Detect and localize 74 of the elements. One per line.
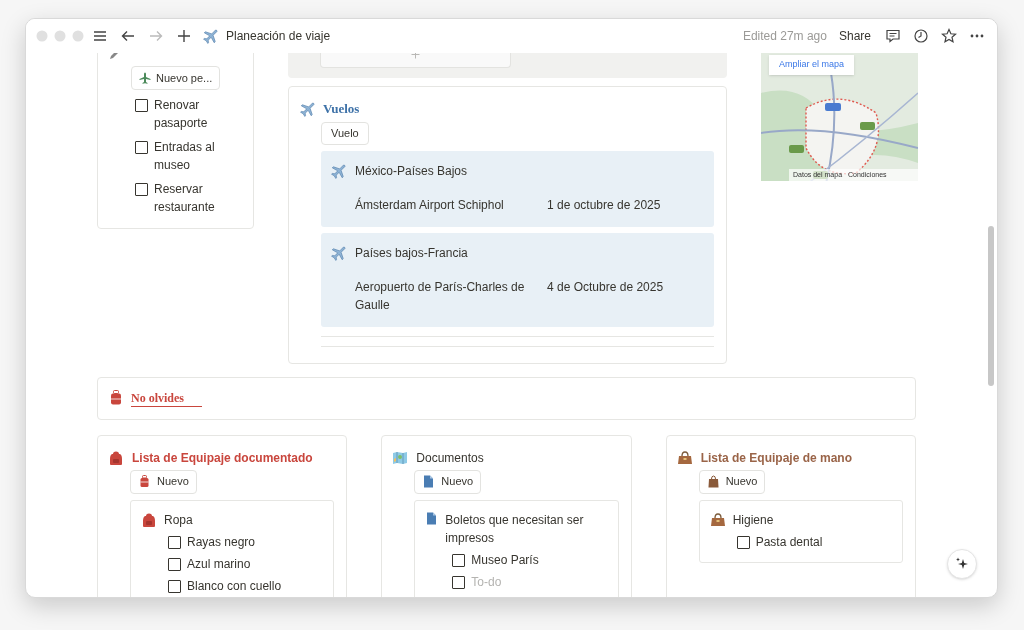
new-flight-button[interactable]: Vuelo — [321, 121, 369, 145]
checkbox[interactable] — [168, 557, 181, 571]
todo-text: Rayas negro — [187, 533, 256, 551]
clock-icon — [913, 28, 929, 44]
share-button[interactable]: Share — [834, 27, 875, 45]
edited-time: Edited 27m ago — [742, 28, 827, 45]
new-item-button[interactable]: Nuevo — [130, 469, 197, 494]
scrollbar-thumb[interactable] — [988, 226, 994, 386]
shopping-bag-icon — [706, 475, 720, 488]
todo-text: Blanco con cuello — [187, 577, 282, 595]
backpack-icon — [108, 449, 124, 466]
airport-name: Aeropuerto de París-Charles de Gaulle — [355, 278, 526, 314]
handbag-icon — [709, 511, 726, 528]
airport-name: Ámsterdam Airport Schiphol — [355, 196, 505, 214]
new-item-button[interactable]: Nuevo — [414, 469, 482, 494]
ai-assistant-button[interactable] — [947, 549, 977, 579]
section-title: Vuelos — [323, 100, 360, 118]
airplane-icon — [202, 27, 220, 45]
new-item-button[interactable]: Nuevo — [698, 469, 766, 494]
airplane-icon — [299, 99, 317, 118]
flight-card[interactable]: Países bajos-Francia Aeropuerto de París-Charles de Gaulle 4 de Octubre de 2025 — [321, 232, 714, 327]
todo-text: Museo París — [471, 551, 539, 569]
checkbox[interactable] — [736, 535, 750, 549]
checkbox[interactable] — [135, 141, 148, 154]
folded-map-icon — [392, 449, 409, 466]
page-title[interactable]: Planeación de viaje — [226, 27, 331, 45]
star-icon — [941, 28, 957, 44]
flight-title: México-Países Bajos — [355, 162, 468, 180]
star-button[interactable] — [939, 26, 959, 46]
flight-date: 1 de octubre de 2025 — [547, 196, 661, 214]
forward-arrow-icon — [148, 28, 164, 44]
document-icon — [425, 511, 439, 525]
checkbox[interactable] — [452, 575, 466, 589]
todo-text: Pasta dental — [755, 533, 823, 551]
window-control-icon — [36, 30, 48, 42]
section-title: No olvides — [131, 389, 202, 407]
menu-icon — [92, 28, 108, 44]
group-title: Ropa — [164, 511, 193, 529]
group-card[interactable]: Ropa Rayas negro Azul marino Blanco con cuello — [130, 499, 335, 597]
backpack-icon — [141, 511, 157, 528]
group-card[interactable]: Boletos que necesitan ser impresos Museo París To-do — [414, 499, 619, 597]
list-title: Lista de Equipaje documentado — [132, 449, 313, 467]
expand-map-link[interactable]: Ampliar el mapa — [769, 55, 855, 75]
todo-text: Entradas al museo — [154, 139, 216, 174]
group-card[interactable]: Higiene Pasta dental — [698, 499, 903, 563]
checkbox[interactable] — [168, 579, 181, 593]
handbag-icon — [676, 449, 693, 466]
todo-text: Reservar restaurante — [154, 181, 216, 216]
window-control-icon — [72, 30, 84, 42]
todo-text: Renovar pasaporte — [154, 97, 209, 132]
flight-card[interactable]: México-Países Bajos Ámsterdam Airport Schiphol 1 de octubre de 2025 — [321, 150, 714, 227]
group-title: Boletos que necesitan ser impresos — [445, 511, 585, 547]
group-title: Higiene — [732, 511, 774, 529]
airplane-icon — [330, 243, 348, 262]
checkbox[interactable] — [135, 183, 148, 196]
document-icon — [422, 475, 436, 488]
suitcase-icon — [138, 475, 151, 488]
checkbox[interactable] — [168, 535, 181, 549]
new-item-button[interactable]: Nuevo pe... — [131, 66, 221, 90]
back-arrow-icon — [120, 28, 136, 44]
list-title: Documentos — [416, 449, 484, 467]
todo-text: Azul marino — [187, 555, 251, 573]
list-title: Lista de Equipaje de mano — [700, 449, 853, 467]
checkbox[interactable] — [135, 99, 148, 112]
flight-title: Países bajos-Francia — [355, 244, 468, 262]
airplane-icon — [139, 72, 151, 84]
suitcase-icon — [110, 390, 122, 406]
comment-icon — [885, 28, 901, 44]
window-control-icon — [54, 30, 66, 42]
airplane-icon — [330, 161, 348, 180]
flight-date: 4 de Octubre de 2025 — [547, 278, 664, 296]
clock-button[interactable] — [911, 26, 931, 46]
plus-icon — [176, 28, 192, 44]
checkbox[interactable] — [452, 553, 466, 567]
